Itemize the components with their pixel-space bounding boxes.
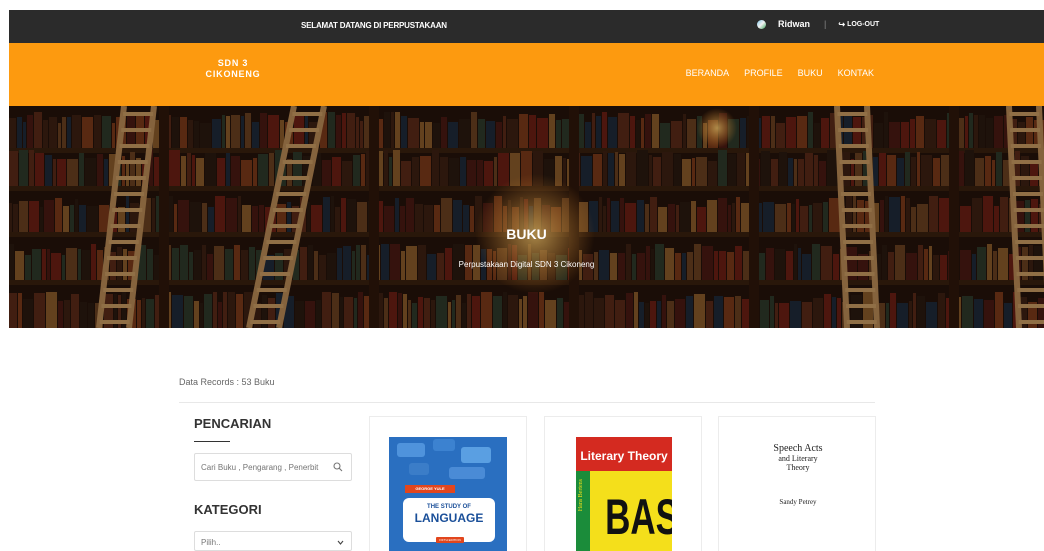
book-cover[interactable]: Literary Theory Hans Bertens BASICS bbox=[576, 437, 672, 551]
book-edition: FIFTH EDITION bbox=[436, 537, 464, 543]
hero-subtitle: Perpustakaan Digital SDN 3 Cikoneng bbox=[458, 260, 595, 269]
nav-item-kontak[interactable]: KONTAK bbox=[838, 68, 874, 78]
book-title-line-3: Theory bbox=[786, 463, 810, 472]
search-input[interactable] bbox=[201, 462, 331, 472]
topbar: SELAMAT DATANG DI PERPUSTAKAAN Ridwan | … bbox=[9, 10, 1044, 43]
heading-underline bbox=[194, 441, 230, 442]
book-subtitle: BASICS bbox=[605, 489, 672, 545]
kategori-heading: KATEGORI bbox=[194, 502, 262, 517]
book-title-big: LANGUAGE bbox=[414, 511, 484, 525]
kategori-select[interactable]: Pilih.. bbox=[194, 531, 352, 551]
book-cover[interactable]: GEORGE YULE THE STUDY OF LANGUAGE FIFTH … bbox=[389, 437, 507, 551]
hero-title: BUKU bbox=[506, 226, 547, 242]
book-title: Literary Theory bbox=[576, 437, 672, 471]
hero-banner: BUKU Perpustakaan Digital SDN 3 Cikoneng bbox=[9, 106, 1044, 328]
site-logo[interactable]: SDN 3 CIKONENG bbox=[197, 58, 269, 80]
book-author: Sandy Petrey bbox=[779, 498, 817, 506]
logout-button[interactable]: ↪ LOG-OUT bbox=[838, 20, 879, 29]
welcome-text: SELAMAT DATANG DI PERPUSTAKAAN bbox=[301, 21, 447, 30]
main-nav: BERANDA PROFILE BUKU KONTAK bbox=[671, 68, 874, 78]
chevron-down-icon bbox=[337, 540, 344, 545]
book-card[interactable]: GEORGE YULE THE STUDY OF LANGUAGE FIFTH … bbox=[369, 416, 527, 551]
logout-label: LOG-OUT bbox=[847, 20, 880, 28]
records-count: Data Records : 53 Buku bbox=[179, 377, 275, 387]
logout-icon: ↪ bbox=[838, 19, 846, 29]
book-author: Hans Bertens bbox=[578, 479, 584, 512]
divider bbox=[179, 402, 875, 403]
search-icon[interactable] bbox=[333, 462, 343, 472]
kategori-selected-value: Pilih.. bbox=[201, 538, 221, 547]
site-header: SDN 3 CIKONENG BERANDA PROFILE BUKU KONT… bbox=[9, 43, 1044, 106]
author-spine: Hans Bertens bbox=[576, 471, 590, 551]
separator: | bbox=[824, 19, 827, 29]
title-bubble: THE STUDY OF LANGUAGE FIFTH EDITION bbox=[403, 498, 495, 543]
nav-item-beranda[interactable]: BERANDA bbox=[686, 68, 730, 78]
avatar[interactable] bbox=[757, 19, 766, 29]
book-title-line-1: Speech Acts bbox=[773, 443, 823, 454]
logo-line-2: CIKONENG bbox=[205, 69, 261, 79]
book-cover[interactable]: Speech Acts and Literary Theory Sandy Pe… bbox=[739, 437, 857, 551]
book-title-small: THE STUDY OF bbox=[427, 504, 471, 510]
search-heading: PENCARIAN bbox=[194, 416, 272, 431]
search-field bbox=[194, 453, 352, 481]
user-area: Ridwan | ↪ LOG-OUT bbox=[757, 19, 879, 29]
book-author: GEORGE YULE bbox=[405, 485, 455, 493]
nav-item-buku[interactable]: BUKU bbox=[798, 68, 823, 78]
logo-line-1: SDN 3 bbox=[217, 58, 249, 68]
library-background-image bbox=[9, 106, 1044, 328]
book-title-line-2: and Literary bbox=[778, 454, 818, 463]
book-card[interactable]: Literary Theory Hans Bertens BASICS bbox=[544, 416, 702, 551]
user-name[interactable]: Ridwan bbox=[778, 19, 810, 29]
book-card[interactable]: Speech Acts and Literary Theory Sandy Pe… bbox=[718, 416, 876, 551]
nav-item-profile[interactable]: PROFILE bbox=[744, 68, 783, 78]
